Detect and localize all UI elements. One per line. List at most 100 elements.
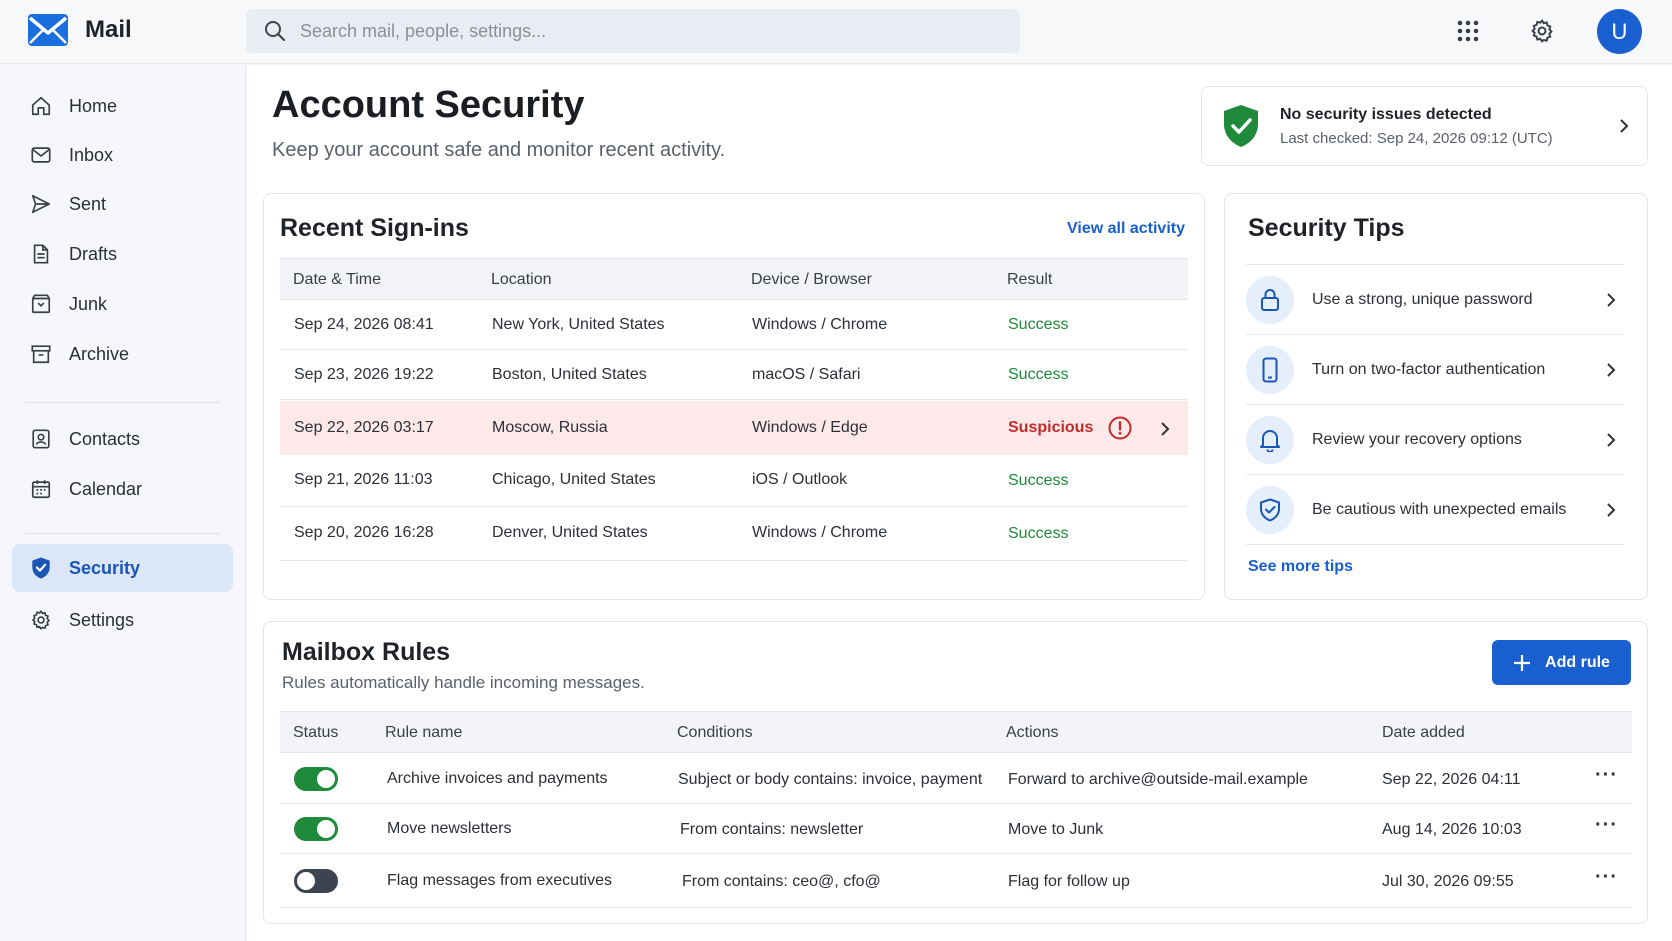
sidebar-item-junk[interactable]: Junk (12, 280, 233, 328)
signin-location: Chicago, United States (492, 471, 656, 488)
sidebar-item-label: Sent (69, 193, 107, 214)
sidebar: Home Inbox Sent Drafts Junk Archive Cont… (0, 65, 246, 941)
sidebar-item-settings[interactable]: Settings (12, 596, 233, 644)
rule-name: Move newsletters (387, 820, 512, 837)
rule-actions: Forward to archive@outside-mail.example (1008, 771, 1308, 788)
rule-enabled-toggle[interactable] (294, 767, 338, 791)
apps-grid-icon[interactable] (1451, 14, 1485, 48)
mailbox-rules-subtitle: Rules automatically handle incoming mess… (282, 673, 645, 692)
shield-check-icon (1224, 105, 1258, 147)
sidebar-item-contacts[interactable]: Contacts (12, 415, 233, 463)
shield-check-icon (1246, 485, 1294, 534)
sidebar-item-home[interactable]: Home (12, 82, 233, 130)
signin-device: macOS / Safari (752, 366, 861, 383)
table-row[interactable]: Archive invoices and payments Subject or… (280, 754, 1632, 804)
tip-label: Review your recovery options (1312, 430, 1522, 448)
rule-date: Jul 30, 2026 09:55 (1382, 873, 1514, 890)
bell-icon (1246, 415, 1294, 464)
home-icon (29, 94, 53, 118)
more-options-icon[interactable]: ··· (1595, 814, 1618, 837)
rule-date: Aug 14, 2026 10:03 (1382, 821, 1522, 838)
table-row[interactable]: Flag messages from executives From conta… (280, 854, 1632, 908)
column-header: Result (1007, 271, 1053, 288)
signin-result: Success (1008, 316, 1069, 333)
chevron-right-icon[interactable] (1160, 421, 1170, 437)
sidebar-item-security[interactable]: Security (12, 544, 233, 592)
signin-datetime: Sep 21, 2026 11:03 (294, 471, 433, 488)
archive-icon (29, 342, 53, 366)
sidebar-item-label: Contacts (69, 428, 141, 449)
lock-icon (1246, 275, 1294, 324)
search-icon (265, 21, 286, 42)
chevron-right-icon (1607, 292, 1616, 307)
sidebar-divider (25, 402, 220, 403)
add-rule-button[interactable]: Add rule (1492, 640, 1631, 685)
send-icon (29, 192, 53, 216)
table-row[interactable]: Move newsletters From contains: newslett… (280, 804, 1632, 854)
more-options-icon[interactable]: ··· (1595, 764, 1618, 787)
app-logo[interactable]: Mail (27, 13, 132, 47)
signin-location: Moscow, Russia (492, 419, 608, 436)
signin-device: iOS / Outlook (752, 471, 848, 488)
security-tips-title: Security Tips (1248, 214, 1405, 242)
warning-icon[interactable] (1108, 416, 1132, 440)
signin-result: Success (1008, 525, 1069, 542)
sidebar-item-label: Drafts (69, 243, 118, 264)
table-row[interactable]: Sep 24, 2026 08:41 New York, United Stat… (280, 300, 1188, 350)
column-header: Rule name (385, 724, 463, 741)
rules-table-header: Status Rule name Conditions Actions Date… (280, 711, 1632, 753)
rule-conditions: From contains: newsletter (680, 821, 864, 838)
phone-icon (1246, 345, 1294, 394)
see-more-tips-link[interactable]: See more tips (1248, 558, 1353, 576)
more-options-icon[interactable]: ··· (1595, 866, 1618, 889)
mailbox-rules-title: Mailbox Rules (282, 638, 451, 666)
sidebar-item-inbox[interactable]: Inbox (12, 131, 233, 179)
signin-location: Denver, United States (492, 524, 648, 541)
signin-result: Success (1008, 366, 1069, 383)
rule-actions: Flag for follow up (1008, 873, 1130, 890)
settings-gear-icon[interactable] (1525, 14, 1559, 48)
page-title: Account Security (272, 84, 585, 126)
search-bar[interactable] (246, 9, 1020, 53)
rule-conditions: Subject or body contains: invoice, payme… (678, 771, 983, 788)
rule-enabled-toggle[interactable] (294, 869, 338, 893)
signin-location: Boston, United States (492, 366, 647, 383)
rule-enabled-toggle[interactable] (294, 817, 338, 841)
table-row[interactable]: Sep 21, 2026 11:03 Chicago, United State… (280, 455, 1188, 507)
top-bar: Mail U (0, 0, 1672, 64)
rule-name: Flag messages from executives (387, 872, 612, 889)
avatar[interactable]: U (1597, 9, 1642, 54)
table-row-suspicious[interactable]: Sep 22, 2026 03:17 Moscow, Russia Window… (280, 401, 1188, 455)
column-header: Conditions (677, 724, 753, 741)
sidebar-item-label: Security (69, 557, 141, 578)
column-header: Date & Time (293, 271, 382, 288)
table-row[interactable]: Sep 20, 2026 16:28 Denver, United States… (280, 507, 1188, 561)
sidebar-item-calendar[interactable]: Calendar (12, 465, 233, 513)
tip-item-emails[interactable]: Be cautious with unexpected emails (1246, 475, 1624, 545)
table-row[interactable]: Sep 23, 2026 19:22 Boston, United States… (280, 350, 1188, 400)
banner-subtitle: Last checked: Sep 24, 2026 09:12 (UTC) (1280, 129, 1553, 147)
search-input[interactable] (300, 20, 980, 42)
sidebar-item-archive[interactable]: Archive (12, 330, 233, 378)
sidebar-item-label: Archive (69, 343, 130, 364)
sidebar-item-sent[interactable]: Sent (12, 180, 233, 228)
chevron-right-icon (1607, 502, 1616, 517)
inbox-icon (29, 143, 53, 167)
tip-label: Use a strong, unique password (1312, 290, 1533, 308)
tip-item-two-factor[interactable]: Turn on two-factor authentication (1246, 335, 1624, 405)
view-all-activity-link[interactable]: View all activity (1067, 220, 1185, 238)
chevron-right-icon (1607, 362, 1616, 377)
sidebar-item-drafts[interactable]: Drafts (12, 230, 233, 278)
shield-icon (29, 556, 53, 580)
tip-item-recovery[interactable]: Review your recovery options (1246, 405, 1624, 475)
add-rule-label: Add rule (1545, 653, 1610, 671)
tip-label: Be cautious with unexpected emails (1312, 500, 1567, 518)
column-header: Location (491, 271, 552, 288)
tip-item-password[interactable]: Use a strong, unique password (1246, 265, 1624, 335)
signin-location: New York, United States (492, 316, 665, 333)
sidebar-item-label: Junk (69, 293, 108, 314)
security-status-banner[interactable]: No security issues detected Last checked… (1201, 86, 1648, 166)
contacts-icon (29, 427, 53, 451)
signin-device: Windows / Edge (752, 419, 868, 436)
signin-datetime: Sep 20, 2026 16:28 (294, 524, 434, 541)
